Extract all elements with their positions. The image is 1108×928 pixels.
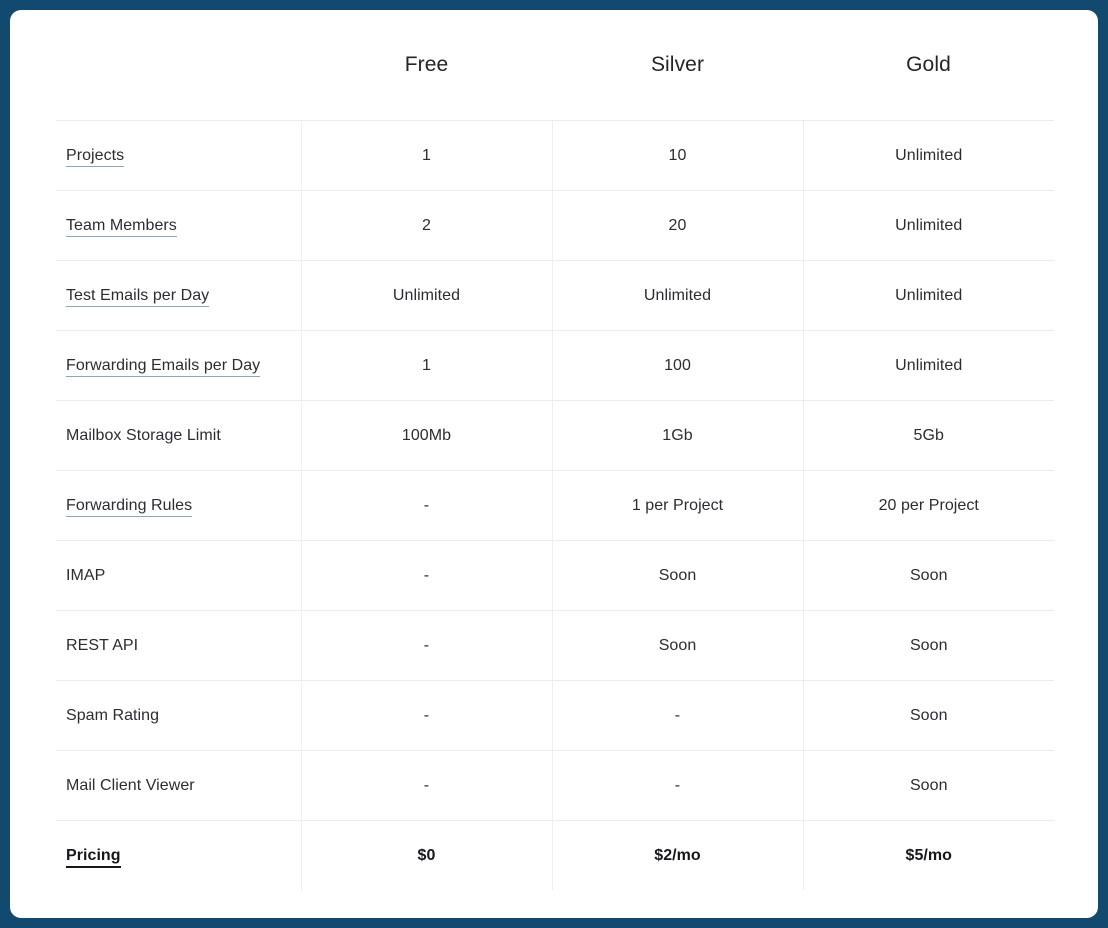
plan-value-cell: 1 per Project <box>551 470 803 541</box>
plan-value-cell: 10 <box>551 120 803 191</box>
feature-label: IMAP <box>66 566 106 584</box>
table-row: Mail Client Viewer - - Soon <box>56 750 1054 821</box>
plan-value-cell: Unlimited <box>802 330 1054 401</box>
feature-label: Spam Rating <box>66 706 160 724</box>
plan-header-silver: Silver <box>650 53 705 76</box>
plan-header-gold: Gold <box>906 53 951 76</box>
page-background: Free Silver Gold Projects 1 10 Unlimited Tea… <box>0 0 1108 928</box>
feature-column-header <box>56 10 301 121</box>
feature-cell: Test Emails per Day <box>56 260 301 331</box>
feature-link[interactable]: Forwarding Rules <box>66 496 193 517</box>
plan-value-cell: Unlimited <box>300 260 552 331</box>
plan-value-cell: 5Gb <box>802 400 1054 471</box>
feature-cell: Forwarding Emails per Day <box>56 330 301 401</box>
feature-link[interactable]: Projects <box>66 146 125 167</box>
plan-value-cell: - <box>551 750 803 821</box>
plan-value-cell: - <box>300 610 552 681</box>
plan-value-cell: Soon <box>802 610 1054 681</box>
plan-value-cell: 100 <box>551 330 803 401</box>
plan-value-cell: - <box>300 680 552 751</box>
feature-cell: Forwarding Rules <box>56 470 301 541</box>
feature-link[interactable]: Test Emails per Day <box>66 286 210 307</box>
table-row: Projects 1 10 Unlimited <box>56 120 1054 191</box>
plan-value-cell: Soon <box>802 540 1054 611</box>
plan-value-cell: 1 <box>300 120 552 191</box>
table-row: Mailbox Storage Limit 100Mb 1Gb 5Gb <box>56 400 1054 471</box>
feature-link[interactable]: Team Members <box>66 216 177 237</box>
plan-value-cell: $2/mo <box>551 820 803 890</box>
table-header: Free Silver Gold <box>56 10 1054 121</box>
table-body: Projects 1 10 Unlimited Team Members 2 20 Unlim… <box>56 120 1054 890</box>
plan-value-cell: - <box>551 680 803 751</box>
feature-cell: Projects <box>56 120 301 191</box>
feature-cell: Mailbox Storage Limit <box>56 400 301 471</box>
plan-value-cell: Unlimited <box>551 260 803 331</box>
plan-value-cell: Unlimited <box>802 190 1054 261</box>
header-row: Free Silver Gold <box>56 10 1054 121</box>
table-row: Spam Rating - - Soon <box>56 680 1054 751</box>
feature-cell: Spam Rating <box>56 680 301 751</box>
plan-value-cell: Soon <box>551 610 803 681</box>
table-row: Forwarding Emails per Day 1 100 Unlimited <box>56 330 1054 401</box>
plan-value-cell: 1Gb <box>551 400 803 471</box>
pricing-comparison-table: Free Silver Gold Projects 1 10 Unlimited Tea… <box>56 10 1054 890</box>
table-row: REST API - Soon Soon <box>56 610 1054 681</box>
plan-value-cell: $0 <box>300 820 552 890</box>
plan-value-cell: - <box>300 470 552 541</box>
plan-value-cell: Unlimited <box>802 260 1054 331</box>
table-row: Forwarding Rules -1 per Project 20 per Pro… <box>56 470 1054 541</box>
pricing-card: Free Silver Gold Projects 1 10 Unlimited Tea… <box>10 10 1098 918</box>
plan-value-cell: $5/mo <box>802 820 1054 890</box>
plan-value-cell: 100Mb <box>300 400 552 471</box>
plan-value-cell: 2 <box>300 190 552 261</box>
plan-value-cell: Unlimited <box>802 120 1054 191</box>
plan-value-cell: Soon <box>802 750 1054 821</box>
plan-header-free: Free <box>404 53 449 76</box>
feature-cell: Team Members <box>56 190 301 261</box>
feature-link[interactable]: Forwarding Emails per Day <box>66 356 261 377</box>
table-row: IMAP - Soon Soon <box>56 540 1054 611</box>
feature-cell: Mail Client Viewer <box>56 750 301 821</box>
plan-value-cell: Soon <box>551 540 803 611</box>
plan-value-cell: 20 per Project <box>802 470 1054 541</box>
plan-value-cell: - <box>300 540 552 611</box>
feature-cell: IMAP <box>56 540 301 611</box>
plan-value-cell: 20 <box>551 190 803 261</box>
table-row: Team Members 2 20 Unlimited <box>56 190 1054 261</box>
feature-label: Mail Client Viewer <box>66 776 195 794</box>
plan-value-cell: - <box>300 750 552 821</box>
feature-link[interactable]: Pricing <box>66 846 121 868</box>
feature-label: REST API <box>66 636 139 654</box>
feature-cell: Pricing <box>56 820 301 890</box>
table-row: Pricing $0 $2/mo $5/mo <box>56 820 1054 890</box>
feature-label: Mailbox Storage Limit <box>66 426 221 444</box>
table-row: Test Emails per Day Unlimited Unlimited Unl… <box>56 260 1054 331</box>
feature-cell: REST API <box>56 610 301 681</box>
plan-value-cell: Soon <box>802 680 1054 751</box>
plan-value-cell: 1 <box>300 330 552 401</box>
